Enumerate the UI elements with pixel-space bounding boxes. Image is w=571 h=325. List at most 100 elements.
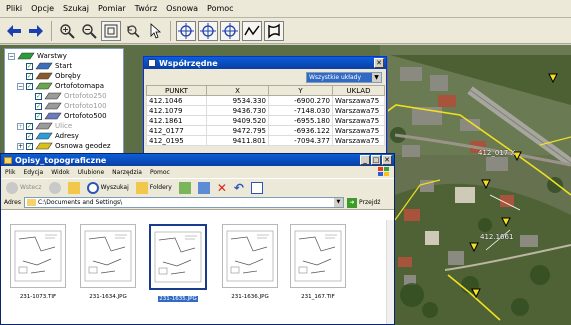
table-row[interactable]: 412.1046 9534.330 -6900.270 Warszawa75 (146, 95, 385, 106)
up-folder-icon (67, 181, 80, 194)
table-row[interactable]: 412.1079 9436.730 -7148.030 Warszawa75 (146, 105, 385, 116)
column-header-y[interactable]: Y (268, 85, 333, 96)
folder-icon (26, 199, 36, 206)
layer-checkbox[interactable]: ✓ (26, 142, 33, 150)
menu-item-tworz[interactable]: Twórz (135, 4, 158, 13)
zoom-extent-icon[interactable] (101, 20, 121, 41)
search-button[interactable]: Wyszukaj (85, 181, 131, 195)
file-thumbnail[interactable]: 231-1635.JPG (147, 224, 209, 314)
layer-item[interactable]: ✓ Start (5, 61, 123, 71)
move-to-button[interactable] (177, 181, 193, 195)
file-thumbnail[interactable]: 231-1634.JPG (77, 224, 139, 314)
table-row[interactable]: 412_0195 9411.801 -7094.377 Warszawa75 (146, 135, 385, 146)
explorer-menu-widok[interactable]: Widok (51, 169, 69, 176)
layer-item[interactable]: ✓ Ortofoto100 (5, 101, 123, 111)
back-button[interactable]: Wstecz (4, 181, 44, 195)
views-button[interactable] (249, 181, 265, 195)
layer-checkbox[interactable]: ✓ (35, 92, 42, 100)
menu-item-szukaj[interactable]: Szukaj (63, 4, 89, 13)
table-row[interactable]: 412.1861 9409.520 -6955.180 Warszawa75 (146, 115, 385, 126)
crosshair-icon[interactable] (176, 20, 196, 41)
layer-item[interactable]: − Warstwy (5, 51, 123, 61)
menu-item-opcje[interactable]: Opcje (31, 4, 54, 13)
file-thumbnail[interactable]: 231-1636.JPG (219, 224, 281, 314)
address-input[interactable]: C:\Documents and Settings\ ▼ (23, 197, 344, 208)
layer-icon (44, 92, 62, 100)
views-icon (250, 181, 263, 194)
file-name-label: 231-1635.JPG (147, 296, 209, 302)
layer-item[interactable]: ✓ Ortofoto250 (5, 91, 123, 101)
forward-arrow-icon[interactable] (26, 21, 46, 41)
explorer-menu-plik[interactable]: Plik (5, 169, 15, 176)
copy-to-button[interactable] (196, 181, 212, 195)
zoom-previous-icon[interactable] (123, 21, 143, 41)
close-icon[interactable]: ✕ (374, 58, 384, 68)
menu-item-osnowa[interactable]: Osnowa (166, 4, 198, 13)
coordinate-system-select[interactable]: Wszystkie układy ▼ (306, 72, 382, 83)
layer-checkbox[interactable]: ✓ (26, 122, 33, 130)
menu-item-pliki[interactable]: Pliki (6, 4, 22, 13)
expand-toggle-icon[interactable]: + (17, 122, 24, 130)
address-bar: Adres C:\Documents and Settings\ ▼ ➜ Prz… (1, 196, 394, 210)
menu-item-pomiar[interactable]: Pomiar (98, 4, 126, 13)
file-thumbnail[interactable]: 231_167.TIF (287, 224, 349, 314)
column-header-punkt[interactable]: PUNKT (146, 85, 207, 96)
layer-item[interactable]: ✓ Adresy (5, 131, 123, 141)
layer-item[interactable]: ✓ Ortofoto500 (5, 111, 123, 121)
table-cell: 412.1046 (146, 95, 207, 106)
column-header-uklad[interactable]: UKLAD (332, 85, 385, 96)
close-icon[interactable]: ✕ (382, 155, 392, 165)
polygon-icon[interactable] (264, 20, 284, 41)
minimize-icon[interactable]: _ (360, 155, 370, 165)
layer-item[interactable]: − ✓ Ortofotomapa (5, 81, 123, 91)
file-thumbnail[interactable]: 231-1073.TIF (7, 224, 69, 314)
select-pointer-icon[interactable] (145, 21, 165, 41)
vertical-scrollbar[interactable] (386, 220, 394, 324)
layer-label: Adresy (55, 132, 79, 140)
zoom-in-icon[interactable] (57, 21, 77, 41)
layer-checkbox[interactable]: ✓ (35, 102, 42, 110)
document-preview-icon (290, 224, 346, 288)
folders-button[interactable]: Foldery (134, 181, 174, 195)
document-preview-icon (10, 224, 66, 288)
zoom-out-icon[interactable] (79, 21, 99, 41)
layer-checkbox[interactable]: ✓ (26, 82, 33, 90)
explorer-menu-narzedzia[interactable]: Narzędzia (112, 169, 142, 176)
layer-checkbox[interactable]: ✓ (35, 112, 42, 120)
layer-item[interactable]: + ✓ Ulice (5, 121, 123, 131)
expand-toggle-icon[interactable]: − (17, 82, 24, 90)
delete-button[interactable]: ✕ (215, 181, 229, 195)
explorer-menu-ulubione[interactable]: Ulubione (78, 169, 105, 176)
explorer-title-bar[interactable]: Opisy_topograficzne _ □ ✕ (1, 154, 394, 166)
maximize-icon[interactable]: □ (371, 155, 381, 165)
crosshair-plus-icon[interactable] (198, 20, 218, 41)
chevron-down-icon[interactable]: ▼ (372, 73, 381, 82)
undo-button[interactable]: ↶ (232, 181, 246, 195)
up-folder-button[interactable] (66, 181, 82, 195)
search-icon (86, 181, 99, 194)
expand-toggle-icon[interactable]: + (17, 142, 24, 150)
crosshair-minus-icon[interactable] (220, 20, 240, 41)
coordinates-window: Współrzędne ✕ Wszystkie układy ▼ PUNKT X… (143, 56, 387, 157)
back-arrow-icon[interactable] (4, 21, 24, 41)
table-cell: 9534.330 (206, 95, 269, 106)
layer-item[interactable]: ✓ Obręby (5, 71, 123, 81)
layer-checkbox[interactable]: ✓ (26, 72, 33, 80)
table-row[interactable]: 412_0177 9472.795 -6936.122 Warszawa75 (146, 125, 385, 136)
layer-checkbox[interactable]: ✓ (26, 132, 33, 140)
layer-checkbox[interactable]: ✓ (26, 62, 33, 70)
layer-icon (35, 62, 53, 70)
file-name-text: 231-1636.JPG (231, 294, 269, 300)
go-button[interactable]: ➜ Przejdź (346, 197, 380, 208)
coordinates-title-bar[interactable]: Współrzędne ✕ (144, 57, 386, 69)
menu-item-pomoc[interactable]: Pomoc (207, 4, 234, 13)
explorer-menu-edycja[interactable]: Edycja (23, 169, 43, 176)
expand-toggle-icon[interactable]: − (8, 52, 15, 60)
column-header-x[interactable]: X (206, 85, 269, 96)
chevron-down-icon[interactable]: ▼ (333, 198, 343, 207)
forward-button[interactable] (47, 181, 63, 195)
layer-item[interactable]: + ✓ Osnowa geodez (5, 141, 123, 151)
explorer-menu-pomoc[interactable]: Pomoc (150, 169, 170, 176)
map-toolbar (0, 18, 571, 44)
polyline-icon[interactable] (242, 20, 262, 41)
